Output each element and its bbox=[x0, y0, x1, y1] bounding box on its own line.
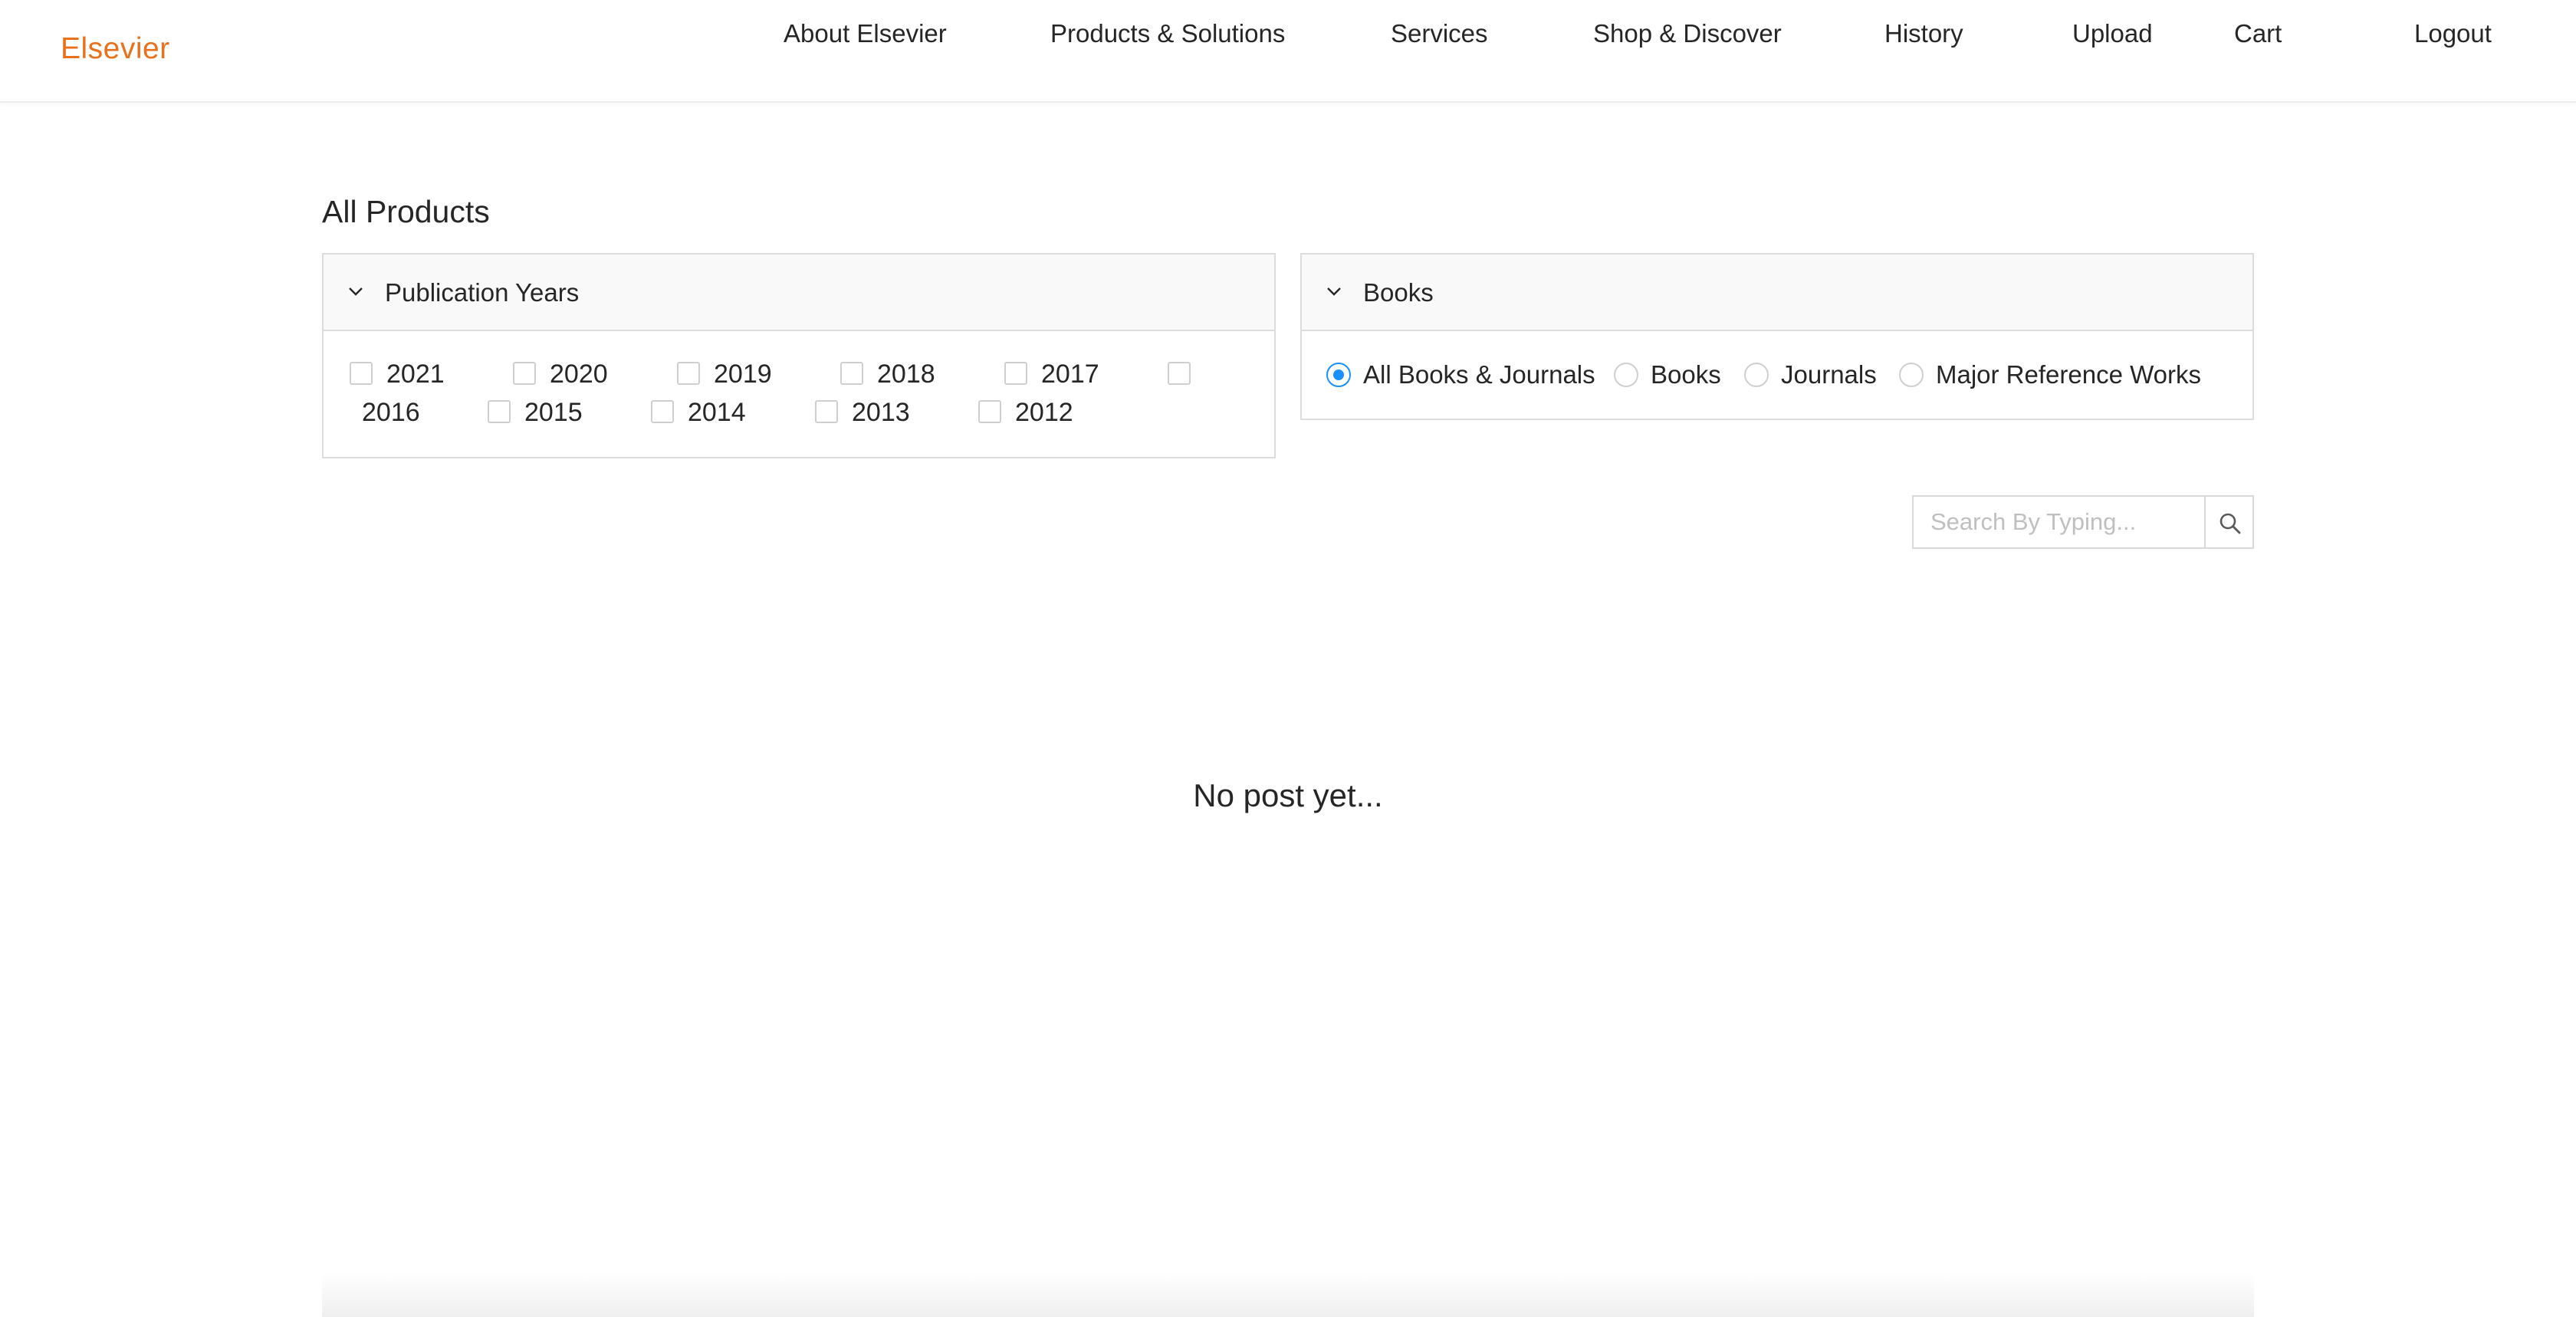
year-checkbox-2015[interactable] bbox=[488, 400, 511, 423]
search-button[interactable] bbox=[2204, 495, 2254, 549]
radio-journals[interactable] bbox=[1744, 363, 1769, 387]
radio-books[interactable] bbox=[1614, 363, 1638, 387]
book-type-header[interactable]: Books bbox=[1302, 255, 2252, 331]
year-checkbox-2016[interactable] bbox=[1168, 362, 1191, 385]
year-checkbox-2017[interactable] bbox=[1004, 362, 1027, 385]
year-label-2020: 2020 bbox=[550, 360, 608, 389]
year-label-2015: 2015 bbox=[524, 398, 583, 427]
nav-cart[interactable]: Cart bbox=[2234, 17, 2282, 51]
year-checkbox-2012[interactable] bbox=[978, 400, 1001, 423]
chevron-down-icon bbox=[1327, 287, 1341, 296]
book-type-title: Books bbox=[1363, 278, 1434, 307]
top-header: Elsevier About Elsevier Products & Solut… bbox=[0, 0, 2576, 103]
year-label-2018: 2018 bbox=[877, 360, 935, 389]
year-label-2021: 2021 bbox=[386, 360, 445, 389]
year-label-2014: 2014 bbox=[688, 398, 746, 427]
radio-label-journals: Journals bbox=[1781, 360, 1877, 389]
publication-years-panel: Publication Years 2021 2020 2019 2018 20… bbox=[322, 253, 1276, 458]
publication-years-header[interactable]: Publication Years bbox=[324, 255, 1274, 331]
year-label-2012: 2012 bbox=[1015, 398, 1073, 427]
year-label-2019: 2019 bbox=[714, 360, 772, 389]
nav-logout[interactable]: Logout bbox=[2414, 17, 2492, 51]
year-checkbox-2021[interactable] bbox=[350, 362, 373, 385]
nav-history[interactable]: History bbox=[1884, 17, 1963, 51]
nav-about-elsevier[interactable]: About Elsevier bbox=[784, 17, 947, 51]
radio-major-reference-works[interactable] bbox=[1899, 363, 1924, 387]
radio-label-books: Books bbox=[1651, 360, 1721, 389]
page-title: All Products bbox=[322, 194, 490, 229]
year-checkbox-2020[interactable] bbox=[513, 362, 536, 385]
year-checkbox-2018[interactable] bbox=[840, 362, 863, 385]
brand-logo[interactable]: Elsevier bbox=[61, 32, 170, 66]
search-icon bbox=[2220, 513, 2241, 534]
year-checkbox-2019[interactable] bbox=[677, 362, 700, 385]
year-label-2017: 2017 bbox=[1041, 360, 1099, 389]
year-label-2016: 2016 bbox=[362, 398, 420, 427]
book-type-panel: Books bbox=[1300, 253, 2254, 420]
nav-services[interactable]: Services bbox=[1391, 17, 1488, 51]
footer-shadow bbox=[322, 1273, 2254, 1317]
radio-label-all-books-journals: All Books & Journals bbox=[1363, 360, 1595, 389]
radio-label-major-reference-works: Major Reference Works bbox=[1936, 360, 2202, 389]
year-checkbox-2014[interactable] bbox=[651, 400, 674, 423]
year-checkbox-group: 2021 2020 2019 2018 2017 2016 2015 2014 … bbox=[324, 331, 1274, 457]
nav-products-solutions[interactable]: Products & Solutions bbox=[1050, 17, 1285, 51]
publication-years-title: Publication Years bbox=[385, 278, 580, 307]
empty-state-message: No post yet... bbox=[1193, 777, 1383, 813]
nav-upload[interactable]: Upload bbox=[2072, 17, 2153, 51]
chevron-down-icon bbox=[349, 287, 363, 296]
year-label-2013: 2013 bbox=[852, 398, 910, 427]
nav-shop-discover[interactable]: Shop & Discover bbox=[1593, 17, 1782, 51]
search-input[interactable] bbox=[1912, 495, 2204, 549]
year-checkbox-2013[interactable] bbox=[815, 400, 838, 423]
radio-all-books-journals[interactable] bbox=[1326, 363, 1351, 387]
